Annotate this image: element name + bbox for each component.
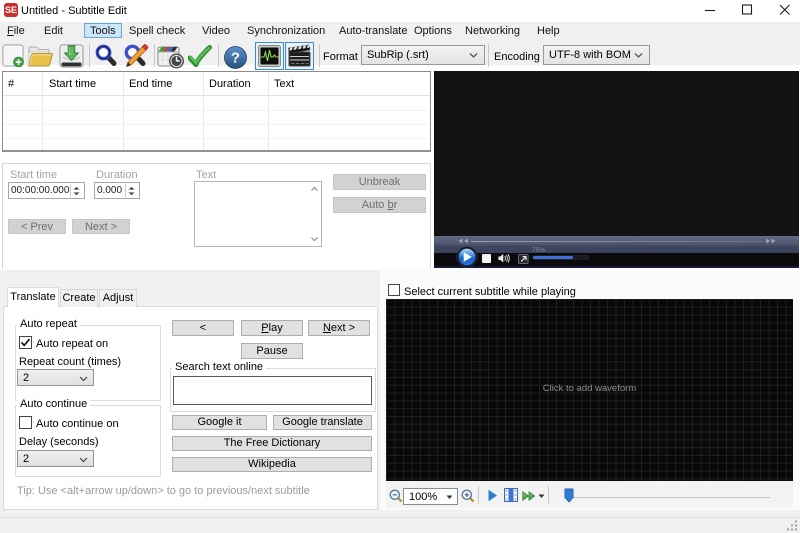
svg-text:?: ?	[231, 50, 240, 67]
